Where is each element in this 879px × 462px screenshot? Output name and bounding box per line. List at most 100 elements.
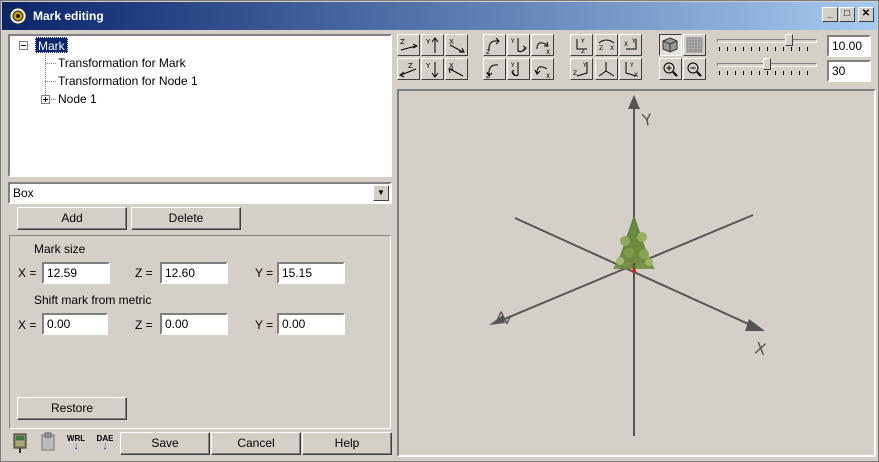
swap-axes-icon: Z	[400, 38, 419, 51]
rotate-z-ccw-button[interactable]: Z	[483, 58, 506, 80]
shift-z-label: Z =	[135, 318, 153, 332]
svg-text:Z: Z	[400, 38, 405, 46]
angle-value-input[interactable]: 30	[827, 60, 871, 82]
view-axes-icon: YZ	[576, 38, 587, 55]
view-axes-icon: YX	[625, 62, 638, 79]
svg-text:Y: Y	[510, 62, 515, 69]
mark-size-y-label: Y =	[255, 266, 274, 280]
svg-text:Y: Y	[425, 62, 431, 70]
title-bar: Mark editing	[2, 2, 877, 30]
wrl-export-icon[interactable]: WRL ↓	[63, 432, 89, 454]
mark-size-z-input[interactable]: 12.60	[160, 262, 228, 284]
svg-text:Y: Y	[425, 38, 431, 46]
y-axis-arrow	[628, 95, 640, 109]
maximize-button[interactable]: □	[839, 7, 855, 22]
mark-size-heading: Mark size	[34, 242, 86, 256]
save-button[interactable]: Save	[120, 432, 210, 455]
view-axes-icon	[598, 62, 615, 77]
swap-zy-minus-button[interactable]: Z	[397, 58, 420, 80]
svg-text:Y: Y	[582, 62, 587, 69]
tree-item-transformation-mark[interactable]: Transformation for Mark	[58, 55, 186, 71]
app-icon	[9, 7, 27, 25]
view-zy-button[interactable]: ZY	[570, 58, 593, 80]
rotate-z-cw-button[interactable]: Z	[483, 34, 506, 56]
chevron-down-icon[interactable]: ▼	[373, 185, 389, 201]
cancel-button-label: Cancel	[237, 436, 275, 450]
view-zx-button[interactable]: ZX	[595, 34, 618, 56]
tree-item-node1[interactable]: Node 1	[58, 91, 97, 107]
swap-y-up-button[interactable]: Y	[421, 34, 444, 56]
dae-export-icon[interactable]: DAE ↓	[92, 432, 118, 454]
close-button[interactable]: ✕	[858, 7, 874, 22]
clipboard-icon[interactable]	[35, 432, 61, 454]
slider-thumb[interactable]	[763, 58, 771, 70]
grid-icon	[686, 37, 703, 53]
svg-text:Y: Y	[631, 38, 636, 45]
swap-y-down-button[interactable]: Y	[421, 58, 444, 80]
tree-item-transformation-node1[interactable]: Transformation for Node 1	[58, 73, 198, 89]
tree-item-mark[interactable]: Mark	[35, 37, 68, 53]
zoom-out-button[interactable]	[683, 58, 706, 80]
tree-icon[interactable]	[7, 432, 33, 454]
window-title: Mark editing	[33, 9, 104, 23]
svg-text:X: X	[624, 41, 628, 48]
rotate-x-ccw-button[interactable]: X	[531, 58, 554, 80]
minimize-button[interactable]: _	[822, 7, 838, 22]
tree-item-label: Node 1	[58, 92, 97, 106]
mark-size-y-input[interactable]: 15.15	[277, 262, 345, 284]
svg-text:Z: Z	[408, 62, 413, 70]
y-axis-label: Y	[640, 110, 654, 130]
zoom-value-input[interactable]: 10.00	[827, 35, 871, 57]
mark-size-x-input[interactable]: 12.59	[42, 262, 110, 284]
shift-heading: Shift mark from metric	[34, 293, 152, 307]
cube-icon	[662, 37, 678, 53]
shift-x-input[interactable]: 0.00	[42, 313, 108, 335]
swap-x-diag-button[interactable]: X	[445, 34, 468, 56]
swap-x-diag-rev-button[interactable]: X	[445, 58, 468, 80]
3d-viewport[interactable]: Y X Z	[397, 89, 876, 457]
rotate-y-ccw-button[interactable]: Y	[507, 58, 530, 80]
svg-text:Z: Z	[486, 73, 490, 79]
tree-item-label: Mark	[38, 39, 65, 53]
shape-select-value: Box	[13, 186, 34, 200]
add-button-label: Add	[61, 211, 83, 225]
delete-button[interactable]: Delete	[131, 207, 241, 230]
svg-text:X: X	[546, 73, 550, 79]
solid-view-button[interactable]	[659, 34, 682, 56]
angle-slider[interactable]	[717, 58, 817, 76]
svg-text:Z: Z	[599, 45, 603, 52]
svg-text:X: X	[610, 45, 614, 52]
rotate-icon: Y	[510, 38, 527, 53]
rotate-x-cw-button[interactable]: X	[531, 34, 554, 56]
rotate-y-cw-button[interactable]: Y	[507, 34, 530, 56]
rotate-icon: X	[534, 66, 550, 80]
swap-zy-plus-button[interactable]: Z	[397, 34, 420, 56]
view-yx-button[interactable]: YX	[619, 58, 642, 80]
mark-editing-window: Mark editing _ □ ✕ Mark Transformation f…	[0, 0, 879, 462]
shape-select[interactable]: Box ▼	[8, 182, 392, 204]
view-axes-icon: ZX	[598, 39, 615, 52]
grid-button[interactable]	[683, 34, 706, 56]
slider-thumb[interactable]	[785, 34, 793, 46]
view-axes-icon: ZY	[573, 62, 588, 77]
shift-y-input[interactable]: 0.00	[277, 313, 345, 335]
x-axis-label: X	[753, 338, 768, 359]
svg-text:X: X	[449, 38, 454, 46]
svg-text:Y: Y	[510, 38, 515, 45]
shift-z-input[interactable]: 0.00	[160, 313, 228, 335]
help-button-label: Help	[334, 436, 360, 450]
swap-axes-icon: X	[448, 62, 464, 77]
arrow-down-icon: ↓	[73, 441, 79, 452]
view-iso-button[interactable]	[595, 58, 618, 80]
help-button[interactable]: Help	[302, 432, 392, 455]
zoom-in-button[interactable]	[659, 58, 682, 80]
view-yz-button[interactable]: YZ	[570, 34, 593, 56]
tree-item-label: Transformation for Mark	[58, 56, 186, 70]
zoom-slider[interactable]	[717, 34, 817, 52]
view-xy-button[interactable]: XY	[619, 34, 642, 56]
cancel-button[interactable]: Cancel	[211, 432, 301, 455]
svg-text:X: X	[546, 49, 550, 55]
restore-button[interactable]: Restore	[17, 397, 127, 420]
tree-view[interactable]: Mark Transformation for Mark Transformat…	[8, 34, 392, 177]
add-button[interactable]: Add	[17, 207, 127, 230]
